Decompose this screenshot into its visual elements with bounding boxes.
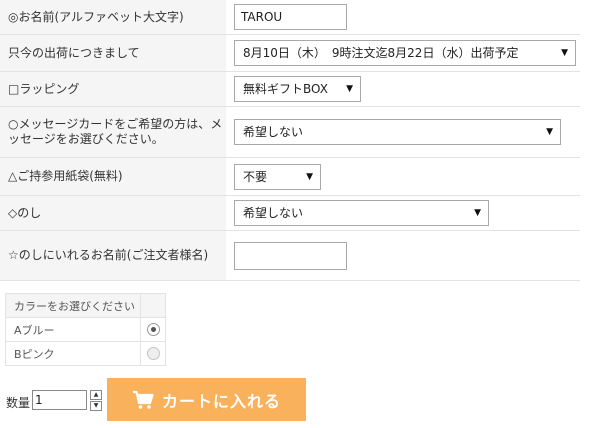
- option-row-name: ◎お名前(アルファベット大文字) TAROU: [0, 0, 580, 35]
- bag-label: △ご持参用紙袋(無料): [0, 157, 226, 196]
- noshi-select[interactable]: 希望しない ▼: [234, 200, 489, 226]
- add-to-cart-button[interactable]: カートに入れる: [107, 378, 306, 421]
- message-select-value: 希望しない: [243, 125, 304, 139]
- shipping-label: 只今の出荷につきまして: [0, 34, 226, 72]
- cart-icon: [132, 390, 154, 409]
- color-header-label: カラーをお選びください: [5, 293, 141, 318]
- color-pink-radio[interactable]: [146, 347, 160, 361]
- option-row-shipping: 只今の出荷につきまして 8月10日（木） 9時注文迄8月22日（水）出荷予定 ▼: [0, 34, 580, 72]
- stepper-down-icon[interactable]: ▼: [90, 401, 102, 411]
- wrapping-select-value: 無料ギフトBOX: [243, 82, 328, 96]
- option-row-wrapping: □ラッピング 無料ギフトBOX ▼: [0, 71, 580, 107]
- quantity-label: 数量: [6, 396, 31, 410]
- color-option-row: Bピンク: [5, 341, 166, 366]
- chevron-down-icon: ▼: [346, 84, 353, 94]
- quantity-input[interactable]: 1: [32, 390, 87, 410]
- option-row-noshi-name: ☆のしにいれるお名前(ご注文者様名): [0, 230, 580, 281]
- color-option-label: Aブルー: [5, 317, 141, 342]
- noshi-select-value: 希望しない: [243, 206, 304, 220]
- bag-select[interactable]: 不要 ▼: [234, 163, 321, 190]
- chevron-down-icon: ▼: [561, 48, 568, 58]
- product-options-table: ◎お名前(アルファベット大文字) TAROU 只今の出荷につきまして 8月10日…: [0, 0, 580, 281]
- noshi-name-label: ☆のしにいれるお名前(ご注文者様名): [0, 230, 226, 281]
- message-select[interactable]: 希望しない ▼: [234, 119, 561, 145]
- stepper-up-icon[interactable]: ▲: [90, 390, 102, 400]
- name-label: ◎お名前(アルファベット大文字): [0, 0, 226, 35]
- add-to-cart-label: カートに入れる: [161, 391, 281, 411]
- bag-select-value: 不要: [243, 169, 268, 184]
- wrapping-select[interactable]: 無料ギフトBOX ▼: [234, 76, 361, 102]
- wrapping-label: □ラッピング: [0, 71, 226, 107]
- color-choice-table: カラーをお選びください Aブルー Bピンク: [5, 293, 166, 366]
- chevron-down-icon: ▼: [474, 208, 481, 218]
- chevron-down-icon: ▼: [546, 127, 553, 137]
- option-row-noshi: ◇のし 希望しない ▼: [0, 195, 580, 231]
- chevron-down-icon: ▼: [306, 171, 313, 182]
- message-label: ○メッセージカードをご希望の方は、メッセージをお選びください。: [0, 106, 226, 158]
- option-row-message: ○メッセージカードをご希望の方は、メッセージをお選びください。 希望しない ▼: [0, 106, 580, 158]
- color-option-label: Bピンク: [5, 341, 141, 366]
- color-blue-radio[interactable]: [146, 323, 160, 337]
- option-row-bag: △ご持参用紙袋(無料) 不要 ▼: [0, 157, 580, 196]
- name-input[interactable]: TAROU: [234, 4, 347, 30]
- quantity-stepper[interactable]: ▲ ▼: [90, 390, 102, 411]
- color-header-row: カラーをお選びください: [5, 293, 166, 318]
- color-option-row: Aブルー: [5, 317, 166, 342]
- noshi-label: ◇のし: [0, 195, 226, 231]
- noshi-name-input[interactable]: [234, 241, 347, 270]
- shipping-select[interactable]: 8月10日（木） 9時注文迄8月22日（水）出荷予定 ▼: [234, 40, 576, 66]
- shipping-select-value: 8月10日（木） 9時注文迄8月22日（水）出荷予定: [243, 46, 519, 60]
